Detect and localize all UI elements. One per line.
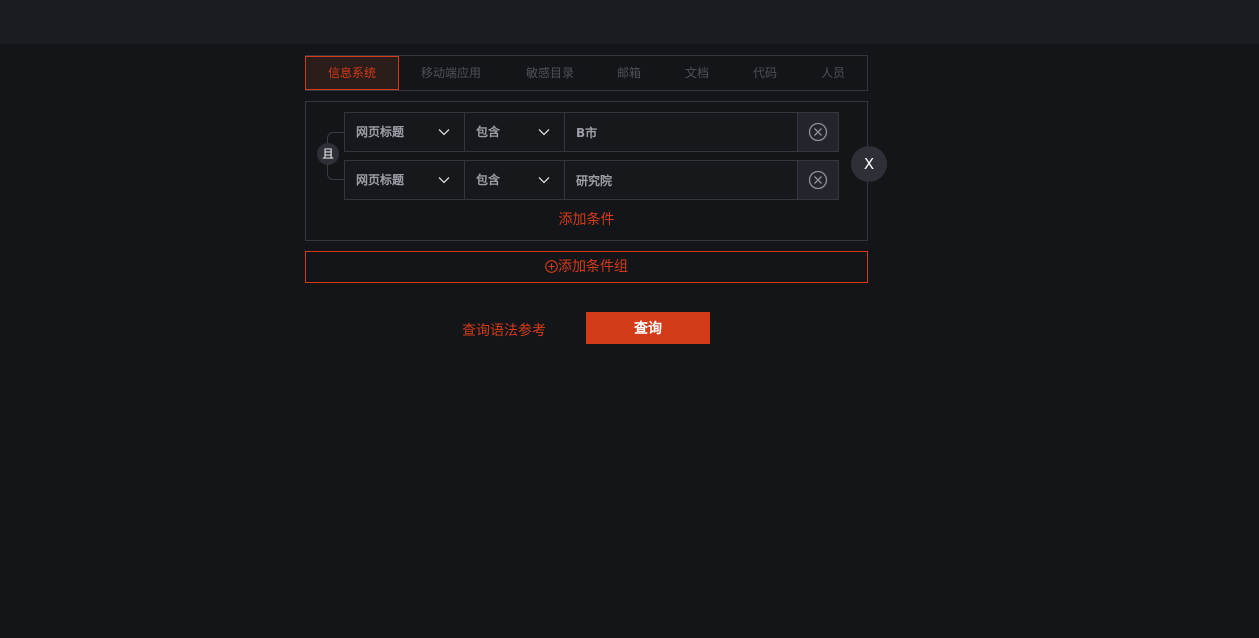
tab-personnel[interactable]: 人员: [820, 56, 846, 90]
logic-and-toggle[interactable]: 且: [317, 143, 339, 165]
operator-select[interactable]: 包含: [465, 113, 565, 151]
condition-group: 且 网页标题 包含 网页标题 包含 添加条件: [305, 101, 868, 241]
field-select[interactable]: 网页标题: [345, 113, 465, 151]
tab-mailbox[interactable]: 邮箱: [616, 56, 642, 90]
remove-condition-button[interactable]: [798, 161, 838, 199]
chevron-down-icon: [538, 177, 550, 184]
query-button[interactable]: 查询: [586, 312, 710, 344]
tab-documents[interactable]: 文档: [684, 56, 710, 90]
remove-group-button[interactable]: X: [851, 146, 887, 182]
condition-row: 网页标题 包含: [344, 112, 839, 152]
close-circle-icon: [808, 170, 828, 190]
value-input[interactable]: [565, 161, 797, 199]
chevron-down-icon: [438, 129, 450, 136]
field-select-value: 网页标题: [356, 125, 405, 139]
add-condition-group-button[interactable]: 添加条件组: [305, 251, 868, 283]
add-group-label: 添加条件组: [558, 259, 628, 275]
field-select[interactable]: 网页标题: [345, 161, 465, 199]
chevron-down-icon: [538, 129, 550, 136]
operator-select-value: 包含: [476, 125, 501, 139]
value-input[interactable]: [565, 113, 797, 151]
chevron-down-icon: [438, 177, 450, 184]
remove-condition-button[interactable]: [798, 113, 838, 151]
operator-select-value: 包含: [476, 173, 501, 187]
value-field-wrapper: [565, 161, 798, 199]
plus-circle-icon: [545, 260, 558, 273]
top-bar: [0, 0, 1259, 44]
tab-mobile-app[interactable]: 移动端应用: [421, 56, 481, 90]
tab-sensitive-dir[interactable]: 敏感目录: [525, 56, 575, 90]
operator-select[interactable]: 包含: [465, 161, 565, 199]
tab-info-system[interactable]: 信息系统: [305, 56, 399, 90]
category-tabs: 信息系统 移动端应用 敏感目录 邮箱 文档 代码 人员: [305, 55, 868, 91]
field-select-value: 网页标题: [356, 173, 405, 187]
condition-row: 网页标题 包含: [344, 160, 839, 200]
tab-code[interactable]: 代码: [752, 56, 778, 90]
add-condition-link[interactable]: 添加条件: [306, 209, 867, 229]
query-syntax-link[interactable]: 查询语法参考: [462, 320, 546, 340]
value-field-wrapper: [565, 113, 798, 151]
close-circle-icon: [808, 122, 828, 142]
